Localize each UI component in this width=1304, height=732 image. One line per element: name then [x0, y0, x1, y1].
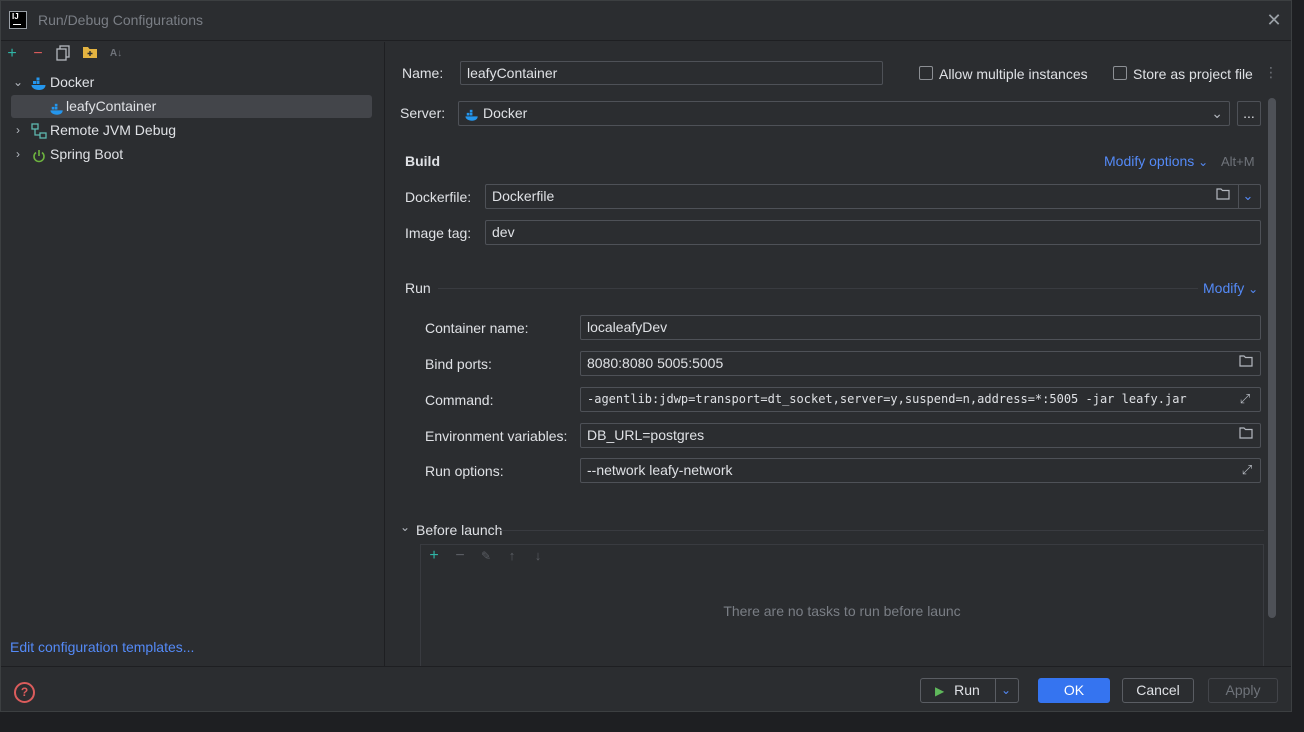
- chevron-down-icon[interactable]: ⌄: [11, 70, 25, 94]
- run-debug-dialog: IJ Run/Debug Configurations ✕ + − A↓ ⌄ D…: [0, 0, 1292, 712]
- server-select[interactable]: Docker ⌄: [458, 101, 1230, 126]
- container-name-label: Container name:: [425, 320, 529, 336]
- chevron-right-icon[interactable]: ›: [11, 142, 25, 166]
- copy-configuration-icon[interactable]: [54, 45, 72, 63]
- docker-icon: [465, 106, 479, 125]
- before-launch-separator: [498, 530, 1264, 531]
- edit-templates-link[interactable]: Edit configuration templates...: [10, 639, 194, 655]
- run-options-label: Run options:: [425, 463, 504, 479]
- tree-item-label: Spring Boot: [50, 146, 124, 162]
- run-button-label: Run: [954, 682, 980, 698]
- before-launch-label[interactable]: Before launch: [416, 522, 502, 538]
- background-ide: [0, 713, 1304, 732]
- server-value: Docker: [483, 105, 528, 121]
- configuration-editor: Name: leafyContainer Allow multiple inst…: [386, 42, 1291, 666]
- bind-ports-label: Bind ports:: [425, 356, 492, 372]
- sort-alphabetically-icon[interactable]: A↓: [107, 45, 125, 63]
- intellij-app-icon: IJ: [9, 11, 27, 29]
- modify-text: Modify: [1203, 280, 1245, 296]
- tree-item-remote-jvm-debug[interactable]: › Remote JVM Debug: [1, 118, 381, 142]
- server-more-button[interactable]: ...: [1237, 101, 1261, 126]
- tree-item-label: Remote JVM Debug: [50, 122, 177, 138]
- add-configuration-icon[interactable]: +: [3, 45, 21, 63]
- folder-icon[interactable]: [1214, 187, 1232, 205]
- dockerfile-input[interactable]: Dockerfile: [485, 184, 1261, 209]
- container-name-input[interactable]: localeafyDev: [580, 315, 1261, 340]
- dialog-footer: ? ▶ Run ⌄ OK Cancel Apply: [1, 666, 1291, 712]
- more-options-icon[interactable]: ⋮: [1264, 64, 1278, 81]
- spring-boot-icon: [32, 146, 46, 170]
- dockerfile-label: Dockerfile:: [405, 189, 472, 205]
- chevron-down-icon[interactable]: ⌄: [1001, 679, 1011, 702]
- chevron-down-icon: ⌄: [1198, 155, 1209, 169]
- tree-item-label: Docker: [50, 74, 95, 90]
- tree-item-spring-boot[interactable]: › Spring Boot: [1, 142, 381, 166]
- run-section-title: Run: [405, 280, 431, 296]
- env-vars-input[interactable]: DB_URL=postgres: [580, 423, 1261, 448]
- remove-configuration-icon[interactable]: −: [29, 45, 47, 63]
- allow-multiple-checkbox[interactable]: [919, 66, 933, 80]
- help-icon[interactable]: ?: [14, 682, 35, 703]
- modify-options-text: Modify options: [1104, 153, 1195, 169]
- folder-icon[interactable]: [1237, 354, 1255, 372]
- title-bar: IJ Run/Debug Configurations ✕: [1, 1, 1291, 41]
- tree-item-leafycontainer[interactable]: leafyContainer: [1, 94, 381, 118]
- editor-scrollbar[interactable]: [1268, 98, 1276, 618]
- chevron-down-icon: ⌄: [1248, 282, 1259, 296]
- server-label: Server:: [400, 105, 446, 121]
- command-input[interactable]: -agentlib:jdwp=transport=dt_socket,serve…: [580, 387, 1261, 412]
- dialog-title: Run/Debug Configurations: [38, 12, 203, 28]
- env-vars-label: Environment variables:: [425, 428, 568, 444]
- modify-options-shortcut: Alt+M: [1221, 154, 1255, 169]
- image-tag-label: Image tag:: [405, 225, 472, 241]
- tree-item-docker[interactable]: ⌄ Docker: [1, 70, 381, 94]
- store-project-checkbox[interactable]: [1113, 66, 1127, 80]
- store-project-label[interactable]: Store as project file: [1133, 66, 1253, 82]
- bind-ports-input[interactable]: 8080:8080 5005:5005: [580, 351, 1261, 376]
- name-input[interactable]: leafyContainer: [460, 61, 883, 85]
- sidebar-toolbar: + − A↓: [1, 42, 384, 66]
- run-options-input[interactable]: --network leafy-network: [580, 458, 1261, 483]
- edit-task-icon[interactable]: ✎: [477, 547, 495, 565]
- run-section-separator: [438, 288, 1198, 289]
- command-label: Command:: [425, 392, 494, 408]
- chevron-down-icon: ⌄: [1211, 105, 1223, 121]
- image-tag-input[interactable]: dev: [485, 220, 1261, 245]
- before-launch-tasks: + − ✎ ↑ ↓ There are no tasks to run befo…: [420, 544, 1264, 666]
- move-down-icon[interactable]: ↓: [529, 547, 547, 565]
- tree-item-label: leafyContainer: [66, 98, 157, 114]
- modify-options-link[interactable]: Modify options ⌄: [1104, 153, 1208, 169]
- cancel-button[interactable]: Cancel: [1122, 678, 1194, 703]
- expand-icon[interactable]: ⤢: [1236, 390, 1254, 408]
- modify-link[interactable]: Modify ⌄: [1203, 280, 1258, 296]
- close-icon[interactable]: ✕: [1265, 11, 1283, 29]
- chevron-right-icon[interactable]: ›: [11, 118, 25, 142]
- remove-task-icon[interactable]: −: [451, 547, 469, 565]
- chevron-down-icon[interactable]: ⌄: [1239, 187, 1257, 205]
- run-divider: [995, 679, 996, 702]
- allow-multiple-label[interactable]: Allow multiple instances: [939, 66, 1088, 82]
- ok-button[interactable]: OK: [1038, 678, 1110, 703]
- add-task-icon[interactable]: +: [425, 547, 443, 565]
- configurations-sidebar: + − A↓ ⌄ Docker leafyContainer › Remote …: [1, 42, 385, 666]
- move-up-icon[interactable]: ↑: [503, 547, 521, 565]
- apply-button[interactable]: Apply: [1208, 678, 1278, 703]
- run-button[interactable]: ▶ Run ⌄: [920, 678, 1019, 703]
- chevron-down-icon[interactable]: ⌄: [400, 520, 410, 534]
- name-label: Name:: [402, 65, 444, 81]
- no-tasks-message: There are no tasks to run before launc: [723, 603, 961, 619]
- folder-icon[interactable]: [1237, 426, 1255, 444]
- new-folder-icon[interactable]: [81, 45, 99, 63]
- play-icon: ▶: [935, 684, 945, 698]
- build-section-title: Build: [405, 153, 440, 169]
- expand-icon[interactable]: ⤢: [1238, 461, 1256, 479]
